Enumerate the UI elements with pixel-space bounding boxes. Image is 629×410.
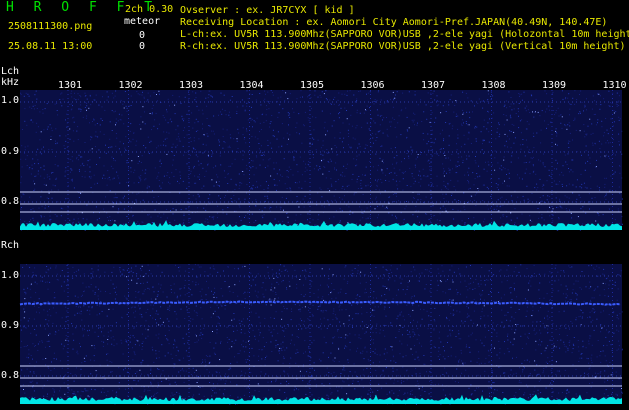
- spectrogram-canvas: [19, 90, 623, 405]
- lch-panel-background: [20, 90, 622, 230]
